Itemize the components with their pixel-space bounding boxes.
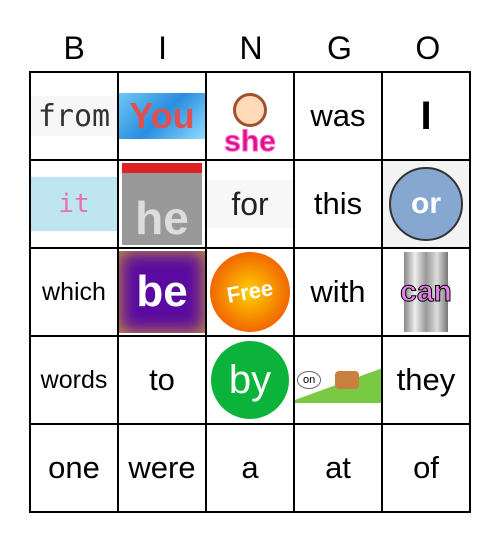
bingo-cell[interactable]: words [29, 335, 119, 425]
bingo-cell[interactable]: at [293, 423, 383, 513]
cell-word: Free [224, 275, 275, 308]
cell-word: it [58, 189, 90, 219]
bingo-cell[interactable]: it [29, 159, 119, 249]
cell-word: words [40, 365, 108, 394]
he-picture: he [122, 163, 202, 245]
bingo-cell[interactable]: he [117, 159, 207, 249]
bingo-cell[interactable]: be [117, 247, 207, 337]
you-picture: You [120, 93, 204, 139]
cell-word: was [310, 98, 366, 133]
bingo-cell[interactable]: one [29, 423, 119, 513]
bingo-cell[interactable]: by [205, 335, 295, 425]
cell-word: of [413, 450, 439, 485]
cell-word: by [228, 357, 272, 402]
it-picture: it [32, 177, 116, 231]
header-letter: B [63, 30, 85, 66]
bingo-cell[interactable]: for [205, 159, 295, 249]
cell-word: to [149, 362, 175, 397]
cell-word: or [411, 187, 441, 220]
bingo-header: B I N G O [30, 28, 472, 68]
cell-word: they [396, 362, 456, 397]
circle-badge-picture: or [389, 167, 463, 241]
bingo-cell[interactable]: of [381, 423, 471, 513]
bingo-cell[interactable]: were [117, 423, 207, 513]
header-letter: I [158, 30, 168, 66]
cell-word: be [136, 267, 188, 316]
be-picture: be [120, 251, 204, 333]
cell-word: for [231, 185, 269, 222]
bingo-cell[interactable]: with [293, 247, 383, 337]
bingo-cell[interactable]: this [293, 159, 383, 249]
bingo-cell[interactable]: You [117, 71, 207, 161]
cell-word: with [310, 274, 366, 309]
bingo-cell[interactable]: she [205, 71, 295, 161]
bingo-row: from You she was I [29, 71, 471, 161]
cell-word: a [241, 450, 259, 485]
bingo-cell[interactable]: or [381, 159, 471, 249]
header-letter: O [415, 30, 441, 66]
free-picture: Free [208, 250, 292, 334]
bingo-row: it he for this or [29, 159, 471, 249]
girl-picture: she [208, 74, 292, 159]
bingo-cell[interactable]: was [293, 71, 383, 161]
bingo-grid: from You she was Iit he for this or which be Free wi… [29, 71, 471, 513]
cell-word: You [129, 95, 195, 136]
bingo-cell[interactable]: on [293, 335, 383, 425]
bingo-cell[interactable]: I [381, 71, 471, 161]
for-picture: for [208, 180, 292, 228]
cell-word: which [42, 277, 106, 306]
cell-word: he [135, 192, 189, 244]
bingo-cell[interactable]: from [29, 71, 119, 161]
bingo-cell[interactable]: they [381, 335, 471, 425]
cell-word: this [313, 186, 363, 221]
header-letter: G [326, 30, 352, 66]
bingo-cell[interactable]: Free [205, 247, 295, 337]
from-picture: from [32, 96, 116, 136]
girl-face-icon [233, 93, 267, 127]
cell-word: at [325, 450, 351, 485]
bingo-row: which be Free with can [29, 247, 471, 337]
goat-icon [335, 371, 360, 389]
bingo-row: one were a at of [29, 423, 471, 513]
speech-bubble: on [297, 371, 322, 389]
cell-word: one [48, 450, 100, 485]
bingo-cell[interactable]: can [381, 247, 471, 337]
cell-word: were [128, 450, 196, 485]
bingo-cell[interactable]: which [29, 247, 119, 337]
can-picture: can [400, 252, 452, 332]
cell-word: from [37, 98, 111, 134]
bingo-cell[interactable]: a [205, 423, 295, 513]
cell-word: can [400, 275, 453, 309]
bingo-cell[interactable]: to [117, 335, 207, 425]
cell-word: she [224, 125, 277, 159]
header-letter: N [239, 30, 263, 66]
goat-on-hill-picture: on [296, 357, 380, 403]
by-picture: by [211, 341, 289, 419]
bingo-row: words to by on they [29, 335, 471, 425]
cell-word: I [420, 93, 432, 138]
